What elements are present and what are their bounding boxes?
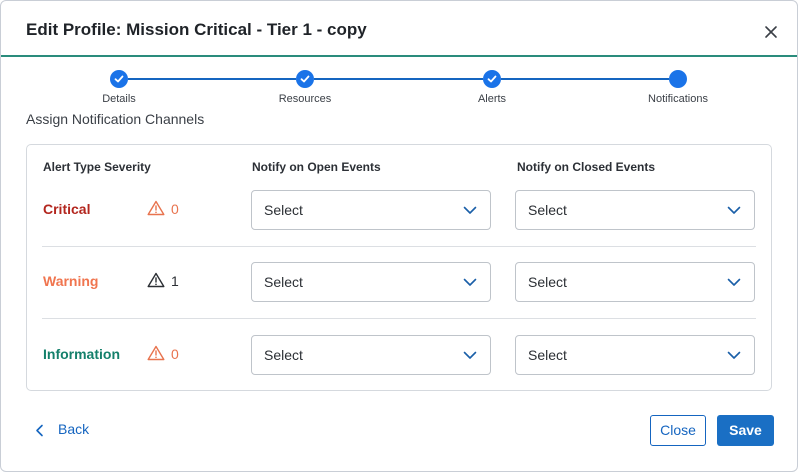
open-events-select-information[interactable]: Select bbox=[251, 335, 491, 375]
chevron-down-icon bbox=[727, 278, 741, 286]
severity-label-critical: Critical bbox=[43, 201, 91, 217]
closed-events-select-critical[interactable]: Select bbox=[515, 190, 755, 230]
select-value: Select bbox=[528, 202, 567, 218]
step-label-notifications: Notifications bbox=[648, 93, 708, 105]
step-label-details: Details bbox=[102, 93, 136, 105]
table-row-critical: Critical 0 Select Select bbox=[27, 174, 771, 246]
warning-triangle-icon bbox=[147, 272, 165, 288]
open-events-select-critical[interactable]: Select bbox=[251, 190, 491, 230]
select-value: Select bbox=[528, 347, 567, 363]
back-label: Back bbox=[58, 421, 90, 437]
column-header-open-events: Notify on Open Events bbox=[252, 160, 381, 174]
chevron-left-icon bbox=[36, 424, 43, 437]
chevron-down-icon bbox=[463, 278, 477, 286]
table-row-warning: Warning 1 Select Select bbox=[27, 246, 771, 318]
check-icon bbox=[300, 75, 310, 83]
alert-count-warning: 1 bbox=[171, 273, 179, 289]
warning-triangle-icon bbox=[147, 345, 165, 361]
close-button[interactable]: Close bbox=[650, 415, 706, 446]
edit-profile-dialog: Edit Profile: Mission Critical - Tier 1 … bbox=[0, 0, 798, 472]
check-icon bbox=[487, 75, 497, 83]
select-value: Select bbox=[528, 274, 567, 290]
step-connector bbox=[128, 78, 296, 80]
select-value: Select bbox=[264, 274, 303, 290]
step-resources-indicator[interactable] bbox=[296, 70, 314, 88]
severity-label-warning: Warning bbox=[43, 273, 99, 289]
step-connector bbox=[501, 78, 669, 80]
closed-events-select-information[interactable]: Select bbox=[515, 335, 755, 375]
progress-stepper: Details Resources Alerts Notifications bbox=[1, 69, 797, 109]
closed-events-select-warning[interactable]: Select bbox=[515, 262, 755, 302]
chevron-down-icon bbox=[727, 206, 741, 214]
section-title: Assign Notification Channels bbox=[26, 111, 205, 127]
dialog-header: Edit Profile: Mission Critical - Tier 1 … bbox=[1, 1, 797, 57]
column-header-closed-events: Notify on Closed Events bbox=[517, 160, 656, 174]
notification-channels-table: Alert Type Severity Notify on Open Event… bbox=[26, 144, 772, 391]
step-label-alerts: Alerts bbox=[477, 93, 507, 105]
column-header-severity: Alert Type Severity bbox=[43, 160, 151, 174]
table-row-information: Information 0 Select Select bbox=[27, 319, 771, 391]
step-connector bbox=[314, 78, 483, 80]
open-events-select-warning[interactable]: Select bbox=[251, 262, 491, 302]
step-alerts-indicator[interactable] bbox=[483, 70, 501, 88]
step-notifications-indicator[interactable] bbox=[669, 70, 687, 88]
select-value: Select bbox=[264, 202, 303, 218]
step-label-resources: Resources bbox=[278, 93, 332, 105]
step-details-indicator[interactable] bbox=[110, 70, 128, 88]
warning-triangle-icon bbox=[147, 200, 165, 216]
save-button[interactable]: Save bbox=[717, 415, 774, 446]
chevron-down-icon bbox=[727, 351, 741, 359]
alert-count-critical: 0 bbox=[171, 201, 179, 217]
select-value: Select bbox=[264, 347, 303, 363]
chevron-down-icon bbox=[463, 351, 477, 359]
chevron-down-icon bbox=[463, 206, 477, 214]
alert-count-information: 0 bbox=[171, 346, 179, 362]
dialog-title: Edit Profile: Mission Critical - Tier 1 … bbox=[26, 20, 367, 39]
close-icon[interactable] bbox=[763, 24, 779, 40]
check-icon bbox=[114, 75, 124, 83]
severity-label-information: Information bbox=[43, 346, 120, 362]
